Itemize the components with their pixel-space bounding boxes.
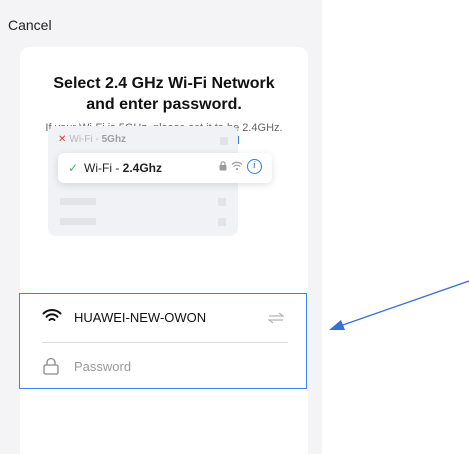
annotation-arrow — [329, 280, 469, 330]
